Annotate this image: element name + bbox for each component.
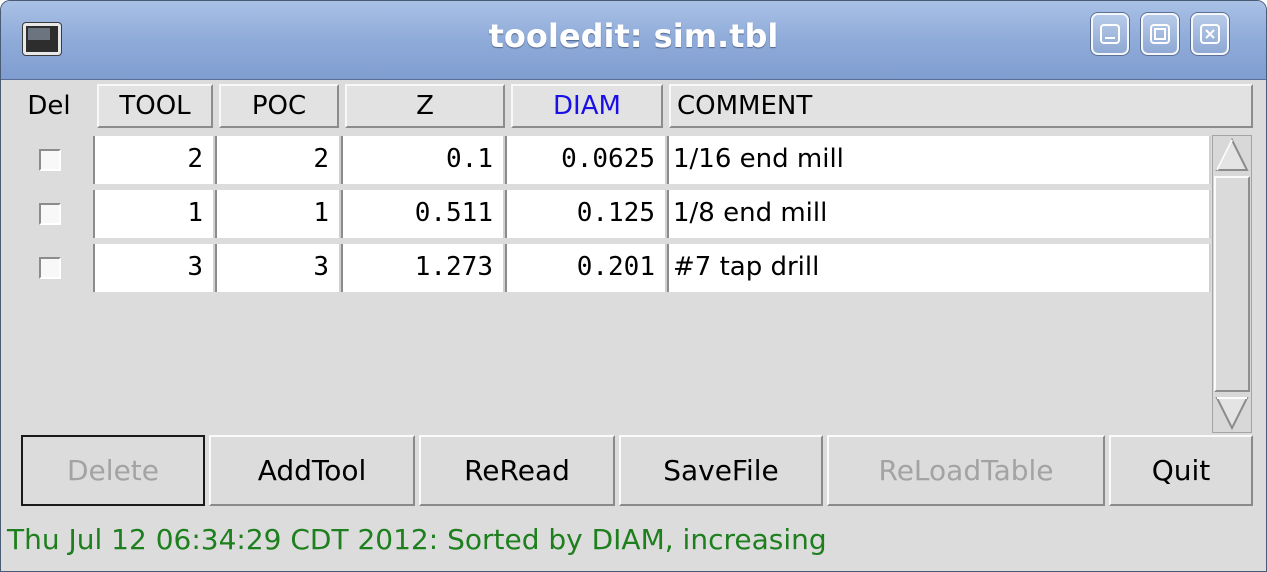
tool-number-field[interactable]: 1 xyxy=(93,190,215,238)
close-button[interactable] xyxy=(1191,13,1229,55)
delete-checkbox[interactable] xyxy=(39,203,61,225)
title-bar[interactable]: tooledit: sim.tbl xyxy=(1,1,1266,80)
column-header-diam[interactable]: DIAM xyxy=(511,84,663,128)
column-header-del: Del xyxy=(27,91,71,121)
z-offset-field[interactable]: 1.273 xyxy=(341,244,505,292)
close-icon xyxy=(1200,24,1220,44)
tool-table-area: Del TOOL POC Z DIAM COMMENT 2 2 0.1 0.06… xyxy=(1,80,1266,571)
scroll-down-arrow-icon[interactable] xyxy=(1214,395,1250,431)
add-tool-button[interactable]: AddTool xyxy=(209,435,415,506)
reload-table-button[interactable]: ReLoadTable xyxy=(827,435,1105,506)
maximize-button[interactable] xyxy=(1141,13,1179,55)
delete-checkbox[interactable] xyxy=(39,149,61,171)
table-row: 1 1 0.511 0.125 1/8 end mill xyxy=(1,190,1211,238)
reread-button[interactable]: ReRead xyxy=(419,435,615,506)
tool-number-field[interactable]: 2 xyxy=(93,136,215,184)
diameter-field[interactable]: 0.125 xyxy=(505,190,667,238)
column-header-tool[interactable]: TOOL xyxy=(97,84,213,128)
minimize-button[interactable] xyxy=(1091,13,1129,55)
column-header-comment[interactable]: COMMENT xyxy=(669,84,1253,128)
tooledit-window: tooledit: sim.tbl Del TOOL POC Z DIAM CO… xyxy=(0,0,1267,572)
table-scrollbar[interactable] xyxy=(1212,135,1252,433)
z-offset-field[interactable]: 0.511 xyxy=(341,190,505,238)
tool-number-field[interactable]: 3 xyxy=(93,244,215,292)
save-file-button[interactable]: SaveFile xyxy=(619,435,823,506)
table-row: 2 2 0.1 0.0625 1/16 end mill xyxy=(1,136,1211,184)
pocket-field[interactable]: 1 xyxy=(215,190,341,238)
column-header-poc[interactable]: POC xyxy=(219,84,339,128)
status-message: Thu Jul 12 06:34:29 CDT 2012: Sorted by … xyxy=(7,523,827,556)
quit-button[interactable]: Quit xyxy=(1109,435,1253,506)
column-header-z[interactable]: Z xyxy=(345,84,505,128)
minimize-icon xyxy=(1100,24,1120,44)
pocket-field[interactable]: 2 xyxy=(215,136,341,184)
diameter-field[interactable]: 0.0625 xyxy=(505,136,667,184)
comment-field[interactable]: 1/8 end mill xyxy=(667,190,1211,238)
comment-field[interactable]: #7 tap drill xyxy=(667,244,1211,292)
table-row: 3 3 1.273 0.201 #7 tap drill xyxy=(1,244,1211,292)
window-title: tooledit: sim.tbl xyxy=(488,17,779,55)
pocket-field[interactable]: 3 xyxy=(215,244,341,292)
z-offset-field[interactable]: 0.1 xyxy=(341,136,505,184)
scroll-up-arrow-icon[interactable] xyxy=(1214,137,1250,173)
comment-field[interactable]: 1/16 end mill xyxy=(667,136,1211,184)
maximize-icon xyxy=(1150,24,1170,44)
delete-checkbox[interactable] xyxy=(39,257,61,279)
delete-button[interactable]: Delete xyxy=(21,435,205,506)
scrollbar-thumb[interactable] xyxy=(1214,176,1250,392)
diameter-field[interactable]: 0.201 xyxy=(505,244,667,292)
